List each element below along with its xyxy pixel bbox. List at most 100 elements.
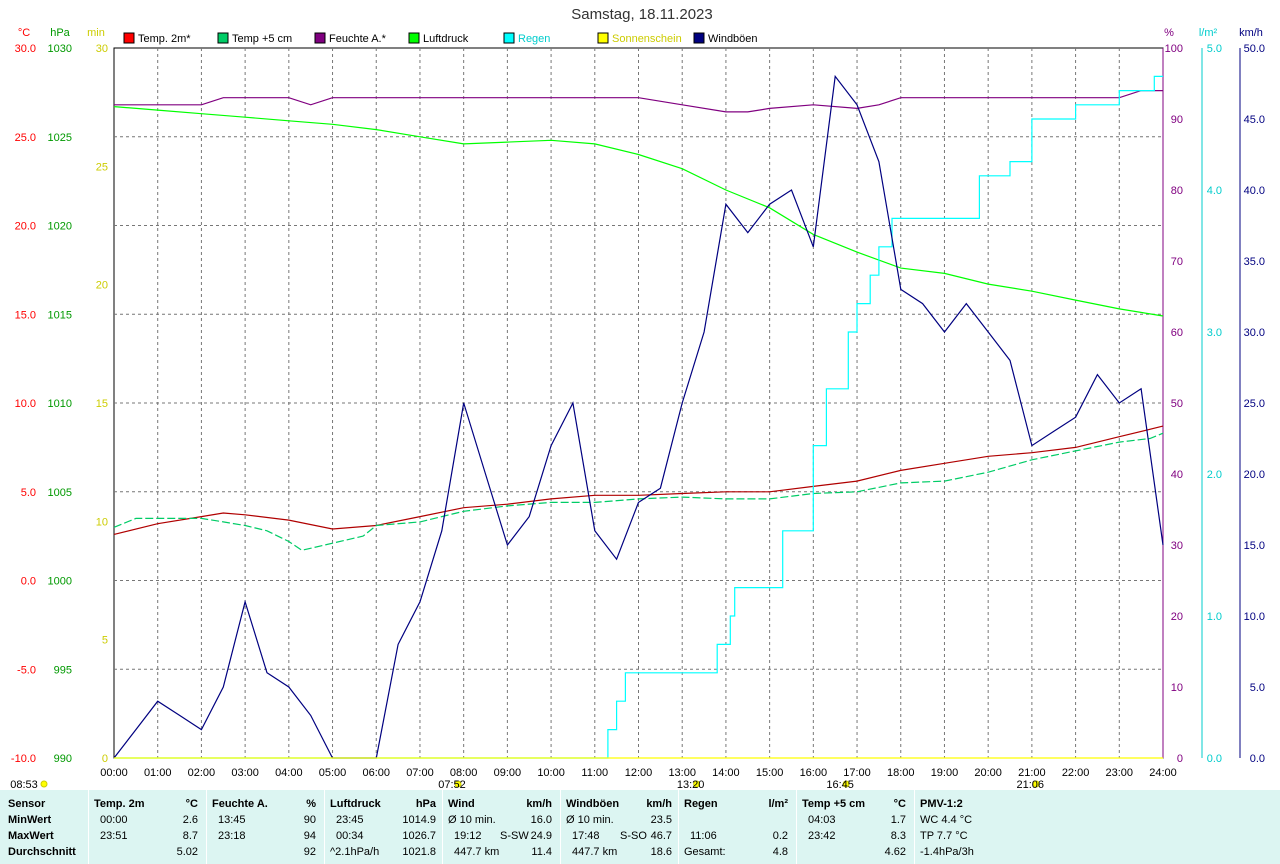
hdr-temp2m-unit: °C xyxy=(185,798,198,810)
x-tick-label: 04:00 xyxy=(275,767,303,779)
left-axis-tick: 30.0 xyxy=(15,43,36,55)
wind-max-time: 19:12 xyxy=(454,830,482,842)
legend-swatch xyxy=(503,32,515,44)
left-axis-tick: 0.0 xyxy=(21,576,36,588)
hum-min-val: 90 xyxy=(303,814,316,826)
legend-label: Temp. 2m* xyxy=(138,33,191,45)
stats-table: Sensor MinWert MaxWert Durchschnitt Temp… xyxy=(0,790,1280,864)
temp2m-min-val: 2.6 xyxy=(182,814,198,826)
stats-col-temp2m: Temp. 2m °C 00:00 2.6 23:51 8.7 5.02 xyxy=(94,790,202,864)
wind-max-dir: S-SW xyxy=(500,830,529,842)
hdr-sensor: Sensor xyxy=(8,798,46,810)
x-tick-label: 21:00 xyxy=(1018,767,1046,779)
left-axis-tick: 30 xyxy=(96,43,108,55)
right-axis-tick: 90 xyxy=(1171,114,1183,126)
right-axis-unit: l/m² xyxy=(1199,27,1218,39)
legend-swatch xyxy=(123,32,135,44)
hum-min-time: 13:45 xyxy=(218,814,246,826)
right-axis-tick: 80 xyxy=(1171,185,1183,197)
stats-col-temp5: Temp +5 cm °C 04:03 1.7 23:42 8.3 4.62 xyxy=(802,790,910,864)
gust-max-val: 46.7 xyxy=(650,830,672,842)
pmv-wc: WC 4.4 °C xyxy=(920,814,973,826)
right-axis-tick: 20.0 xyxy=(1244,469,1265,481)
hdr-wind: Wind xyxy=(448,798,475,810)
hdr-windboen: Windböen xyxy=(566,798,620,810)
wind-min-val: 16.0 xyxy=(530,814,552,826)
left-axis-tick: 25.0 xyxy=(15,132,36,144)
temp2m-avg-val: 5.02 xyxy=(176,846,198,858)
left-axis-tick: 1015 xyxy=(48,309,72,321)
press-min-time: 23:45 xyxy=(336,814,364,826)
t5-avg-val: 4.62 xyxy=(884,846,906,858)
right-axis-tick: 4.0 xyxy=(1207,185,1222,197)
right-axis-tick: 60 xyxy=(1171,327,1183,339)
hum-avg-val: 92 xyxy=(303,846,316,858)
x-tick-label: 22:00 xyxy=(1062,767,1090,779)
left-axis-tick: 995 xyxy=(54,664,72,676)
stats-col-regen: Regen l/m² 11:06 0.2 Gesamt: 4.8 xyxy=(684,790,792,864)
legend-label: Windböen xyxy=(708,33,758,45)
left-axis-tick: 1025 xyxy=(48,132,72,144)
left-axis-tick: 1005 xyxy=(48,487,72,499)
marker-label: 21:06 xyxy=(1016,779,1044,790)
legend-label: Sonnenschein xyxy=(612,33,682,45)
hdr-wind-unit: km/h xyxy=(526,798,552,810)
hum-max-time: 23:18 xyxy=(218,830,246,842)
left-axis-tick: 1020 xyxy=(48,221,72,233)
hum-max-val: 94 xyxy=(303,830,316,842)
left-axis-tick: 1030 xyxy=(48,43,72,55)
x-tick-label: 07:00 xyxy=(406,767,434,779)
chart-markers: 08:53 07:52 13:20 16:45 21:06 xyxy=(10,779,1044,790)
temp2m-max-val: 8.7 xyxy=(182,830,198,842)
right-axis-tick: 25.0 xyxy=(1244,398,1265,410)
hdr-luftdruck: Luftdruck xyxy=(330,798,381,810)
right-axis-tick: 0.0 xyxy=(1207,753,1222,765)
right-axis-tick: 2.0 xyxy=(1207,469,1222,481)
right-axis-tick: 5.0 xyxy=(1207,43,1222,55)
press-avg-val: 1021.8 xyxy=(402,846,436,858)
right-axis-tick: 5.0 xyxy=(1250,682,1265,694)
right-axis-tick: 0.0 xyxy=(1250,753,1265,765)
left-axis-tick: 5 xyxy=(102,635,108,647)
gust-max-dir: S-SO xyxy=(620,830,647,842)
right-axis-tick: 15.0 xyxy=(1244,540,1265,552)
stats-col-sensor: Sensor MinWert MaxWert Durchschnitt xyxy=(8,790,88,864)
legend-swatch xyxy=(408,32,420,44)
chart-legend: Temp. 2m* Temp +5 cm Feuchte A.* Luftdruck R… xyxy=(123,32,758,45)
right-axis-tick: 10.0 xyxy=(1244,611,1265,623)
left-axis-tick: 10.0 xyxy=(15,398,36,410)
right-axis-tick: 50 xyxy=(1171,398,1183,410)
x-tick-label: 08:00 xyxy=(450,767,478,779)
row-label-avg: Durchschnitt xyxy=(8,846,76,858)
stats-col-windboen: Windböen km/h Ø 10 min. 23.5 17:48 S-SO 46.7… xyxy=(566,790,676,864)
hdr-temp5-unit: °C xyxy=(893,798,906,810)
x-tick-label: 14:00 xyxy=(712,767,740,779)
marker-label: 07:52 xyxy=(438,779,466,790)
press-trend: ^2.1hPa/h xyxy=(330,846,380,858)
right-axis-tick: 35.0 xyxy=(1244,256,1265,268)
right-axis-tick: 20 xyxy=(1171,611,1183,623)
x-tick-label: 20:00 xyxy=(974,767,1002,779)
legend-swatch xyxy=(597,32,609,44)
left-axis-tick: 10 xyxy=(96,516,108,528)
gust-max-time: 17:48 xyxy=(572,830,600,842)
right-axis-tick: 40.0 xyxy=(1244,185,1265,197)
right-axis-tick: 100 xyxy=(1165,43,1183,55)
temp2m-max-time: 23:51 xyxy=(100,830,128,842)
x-tick-label: 24:00 xyxy=(1149,767,1177,779)
left-axis-tick: 20 xyxy=(96,280,108,292)
t5-min-time: 04:03 xyxy=(808,814,836,826)
x-tick-label: 19:00 xyxy=(931,767,959,779)
rain-total-label: Gesamt: xyxy=(684,846,726,858)
marker-label: 13:20 xyxy=(677,779,705,790)
x-tick-label: 18:00 xyxy=(887,767,915,779)
wind-avg-val: 11.4 xyxy=(531,846,552,858)
left-axis-tick: 0 xyxy=(102,753,108,765)
x-tick-label: 02:00 xyxy=(188,767,216,779)
stats-col-wind: Wind km/h Ø 10 min. 16.0 19:12 S-SW 24.9 447… xyxy=(448,790,556,864)
left-axis-tick: -5.0 xyxy=(17,664,36,676)
left-axis-tick: 25 xyxy=(96,161,108,173)
stats-col-luftdruck: Luftdruck hPa 23:45 1014.9 00:34 1026.7 ^2.… xyxy=(330,790,440,864)
left-axis-tick: 20.0 xyxy=(15,221,36,233)
x-tick-label: 06:00 xyxy=(362,767,390,779)
